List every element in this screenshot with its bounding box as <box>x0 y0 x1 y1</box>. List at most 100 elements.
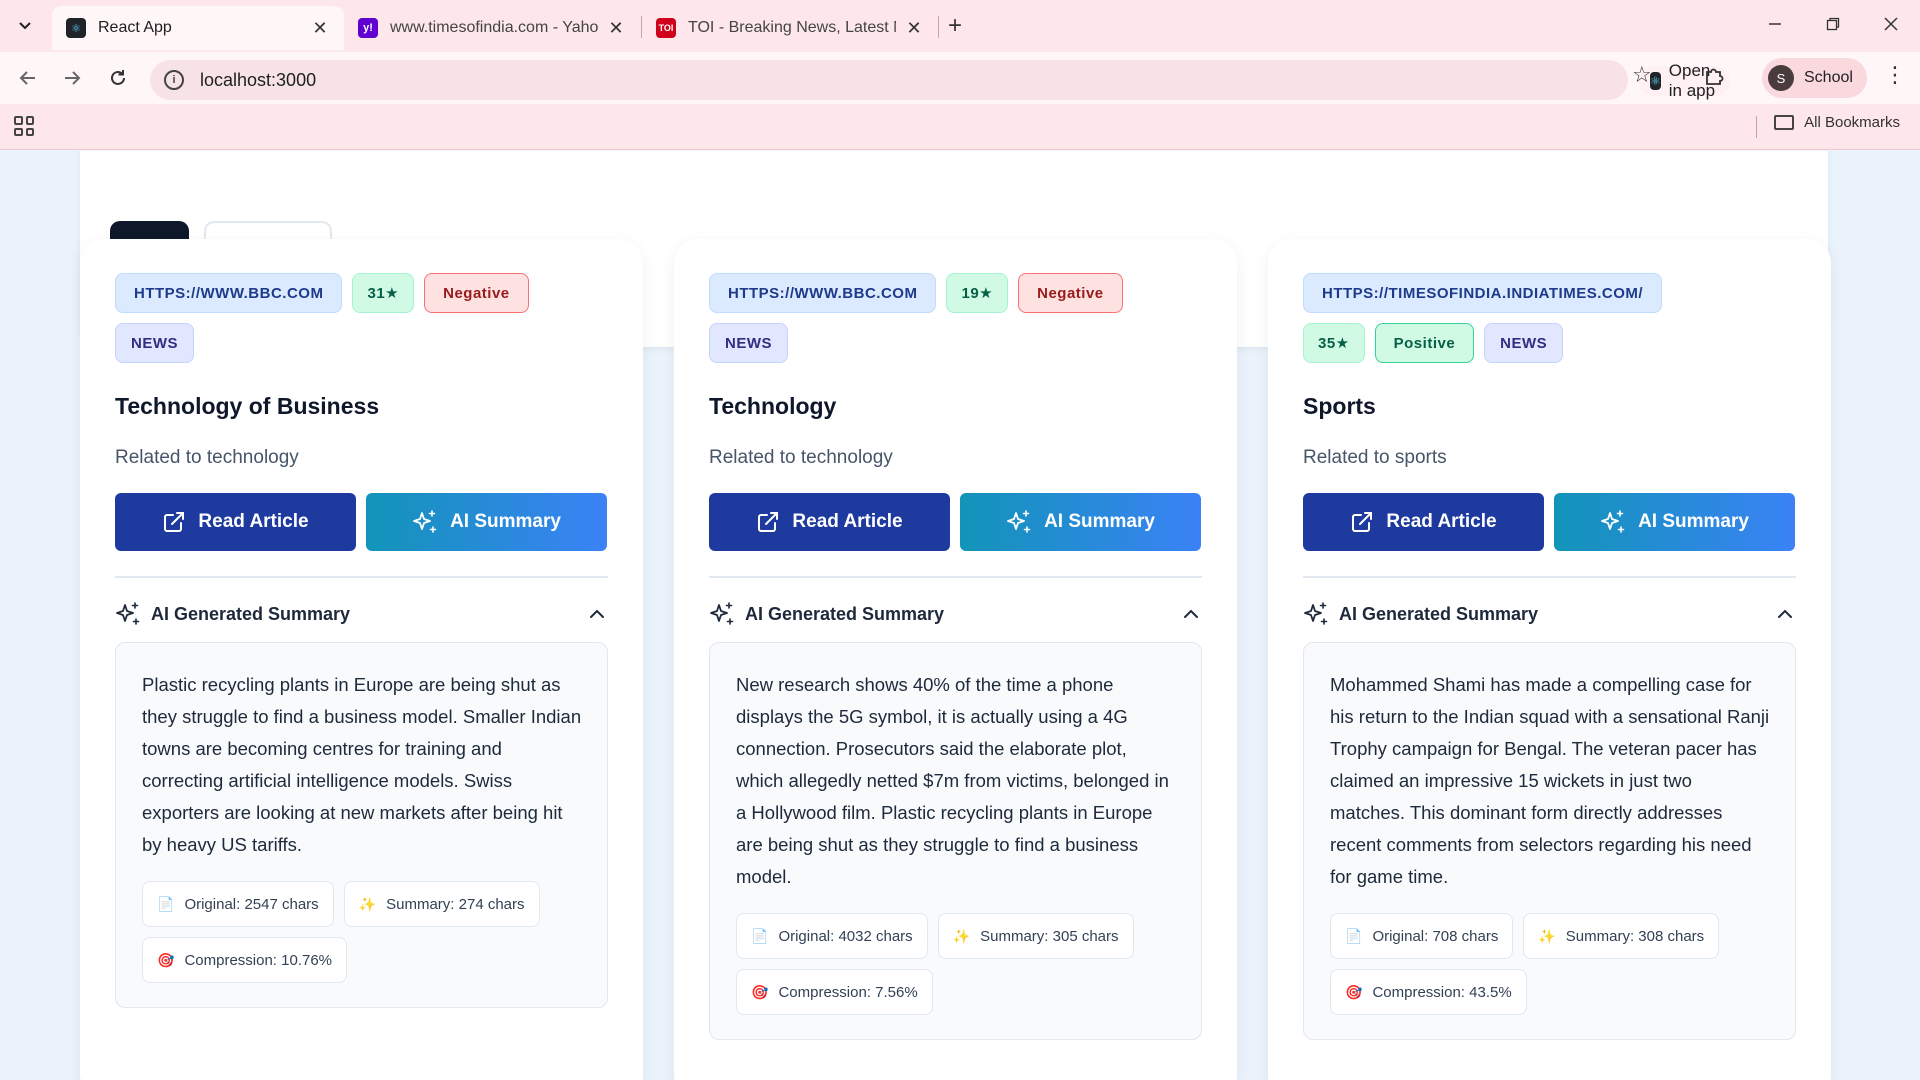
category-badge: NEWS <box>115 323 194 363</box>
back-button[interactable] <box>12 62 44 94</box>
compression-ratio: Compression: 43.5% <box>1372 983 1512 1001</box>
original-length: Original: 2547 chars <box>184 895 319 913</box>
news-card: HTTPS://WWW.BBC.COM 31★ Negative NEWS Te… <box>80 239 643 1080</box>
react-icon: ⚛ <box>66 18 86 38</box>
ai-summary-button[interactable]: AI Summary <box>1554 493 1795 551</box>
all-bookmarks-button[interactable]: All Bookmarks <box>1774 114 1900 131</box>
summary-panel: New research shows 40% of the time a pho… <box>709 642 1202 1040</box>
summary-toggle[interactable]: AI Generated Summary <box>709 600 1202 628</box>
read-article-button[interactable]: Read Article <box>1303 493 1544 551</box>
restore-icon <box>1826 17 1840 31</box>
card-actions: Read Article AI Summary <box>709 493 1202 551</box>
target-icon: 🎯 <box>1345 983 1363 1000</box>
bookmark-separator <box>1756 116 1757 138</box>
source-badge[interactable]: HTTPS://WWW.BBC.COM <box>115 273 343 313</box>
new-tab-button[interactable]: + <box>948 12 962 40</box>
tab-toi[interactable]: TOI TOI - Breaking News, Latest Ne ✕ <box>642 6 938 50</box>
bookmarks-bar: All Bookmarks <box>0 106 1920 146</box>
url-text[interactable]: localhost:3000 <box>200 70 316 91</box>
sparkles-icon <box>1007 510 1031 533</box>
news-card: HTTPS://TIMESOFINDIA.INDIATIMES.COM/ 35★… <box>1268 239 1831 1080</box>
read-article-button[interactable]: Read Article <box>115 493 356 551</box>
tab-separator <box>938 16 939 38</box>
close-icon[interactable]: ✕ <box>310 18 330 39</box>
close-icon <box>1884 17 1898 31</box>
target-icon: 🎯 <box>157 951 175 968</box>
restore-button[interactable] <box>1810 8 1856 40</box>
original-length-stat: 📄 Original: 4032 chars <box>736 913 928 959</box>
target-icon: 🎯 <box>751 983 769 1000</box>
chevron-up-icon[interactable] <box>1776 605 1794 623</box>
page-viewport: HTTPS://WWW.BBC.COM 31★ Negative NEWS Te… <box>0 151 1920 1080</box>
browser-chrome: ⚛ React App ✕ y! www.timesofindia.com - … <box>0 0 1920 150</box>
chevron-down-icon <box>19 22 31 30</box>
summary-text: New research shows 40% of the time a pho… <box>736 674 1169 887</box>
ai-summary-label: AI Summary <box>1638 511 1749 532</box>
category-badge: NEWS <box>1484 323 1564 363</box>
address-bar[interactable]: i localhost:3000 ⚛ Open in app <box>150 60 1730 100</box>
ai-summary-button[interactable]: AI Summary <box>366 493 607 551</box>
arrow-left-icon <box>19 71 35 85</box>
minimize-button[interactable] <box>1752 8 1798 40</box>
summary-stats: 📄 Original: 2547 chars ✨ Summary: 274 char… <box>142 881 582 983</box>
reload-icon <box>111 70 125 85</box>
profile-button[interactable]: S School <box>1762 58 1867 98</box>
divider <box>709 576 1202 578</box>
sparkles-icon <box>1601 510 1625 533</box>
source-badge[interactable]: HTTPS://TIMESOFINDIA.INDIATIMES.COM/ <box>1303 273 1663 313</box>
summary-stats: 📄 Original: 708 chars ✨ Summary: 308 chars… <box>1330 913 1770 1015</box>
reload-button[interactable] <box>102 62 134 94</box>
summary-text: Mohammed Shami has made a compelling cas… <box>1330 674 1770 887</box>
sparkles-icon <box>1304 602 1328 625</box>
compression-stat: 🎯 Compression: 10.76% <box>142 937 348 983</box>
compression-stat: 🎯 Compression: 43.5% <box>1330 969 1527 1015</box>
document-icon: 📄 <box>751 927 769 944</box>
minimize-icon <box>1769 23 1781 25</box>
original-length: Original: 4032 chars <box>778 927 913 945</box>
rating-badge: 19★ <box>946 273 1009 313</box>
article-description: Related to sports <box>1303 447 1447 468</box>
read-article-label: Read Article <box>792 511 903 532</box>
tag-row: HTTPS://TIMESOFINDIA.INDIATIMES.COM/ 35★… <box>1303 273 1713 363</box>
original-length-stat: 📄 Original: 708 chars <box>1330 913 1514 959</box>
external-link-icon <box>1352 512 1373 532</box>
chevron-up-icon[interactable] <box>588 605 606 623</box>
close-icon[interactable]: ✕ <box>904 18 924 39</box>
read-article-button[interactable]: Read Article <box>709 493 950 551</box>
close-window-button[interactable] <box>1868 8 1914 40</box>
sparkle-icon: ✨ <box>358 895 377 912</box>
avatar: S <box>1768 65 1794 91</box>
summary-length-stat: ✨ Summary: 274 chars <box>343 881 540 927</box>
browser-toolbar: i localhost:3000 ⚛ Open in app ☆ S Schoo… <box>0 52 1920 104</box>
bookmark-star-icon[interactable]: ☆ <box>1632 62 1652 88</box>
summary-toggle[interactable]: AI Generated Summary <box>1303 600 1796 628</box>
close-icon[interactable]: ✕ <box>606 18 626 39</box>
tag-row: HTTPS://WWW.BBC.COM 19★ Negative NEWS <box>709 273 1202 363</box>
compression-ratio: Compression: 7.56% <box>778 983 918 1001</box>
extensions-button[interactable] <box>1700 62 1728 90</box>
arrow-right-icon <box>65 71 81 85</box>
site-info-icon[interactable]: i <box>164 70 184 90</box>
summary-length-stat: ✨ Summary: 305 chars <box>937 913 1134 959</box>
tab-yahoo[interactable]: y! www.timesofindia.com - Yahoo ✕ <box>344 6 640 50</box>
rating-badge: 35★ <box>1303 323 1365 363</box>
category-badge: NEWS <box>709 323 788 363</box>
original-length: Original: 708 chars <box>1372 927 1499 945</box>
tab-search-button[interactable] <box>10 10 40 40</box>
article-description: Related to technology <box>115 447 299 468</box>
sparkle-icon: ✨ <box>1538 927 1556 944</box>
tab-react-app[interactable]: ⚛ React App ✕ <box>52 6 344 50</box>
summary-toggle[interactable]: AI Generated Summary <box>115 600 608 628</box>
document-icon: 📄 <box>1345 927 1363 944</box>
summary-heading: AI Generated Summary <box>745 603 945 624</box>
ai-summary-button[interactable]: AI Summary <box>960 493 1201 551</box>
forward-button[interactable] <box>56 62 88 94</box>
document-icon: 📄 <box>157 895 175 912</box>
menu-kebab-icon[interactable]: ⋮ <box>1884 62 1906 88</box>
summary-length: Summary: 274 chars <box>386 895 525 913</box>
sentiment-badge: Positive <box>1374 323 1475 363</box>
chevron-up-icon[interactable] <box>1182 605 1200 623</box>
rating-badge: 31★ <box>352 273 415 313</box>
apps-grid-icon[interactable] <box>14 116 34 136</box>
source-badge[interactable]: HTTPS://WWW.BBC.COM <box>709 273 937 313</box>
